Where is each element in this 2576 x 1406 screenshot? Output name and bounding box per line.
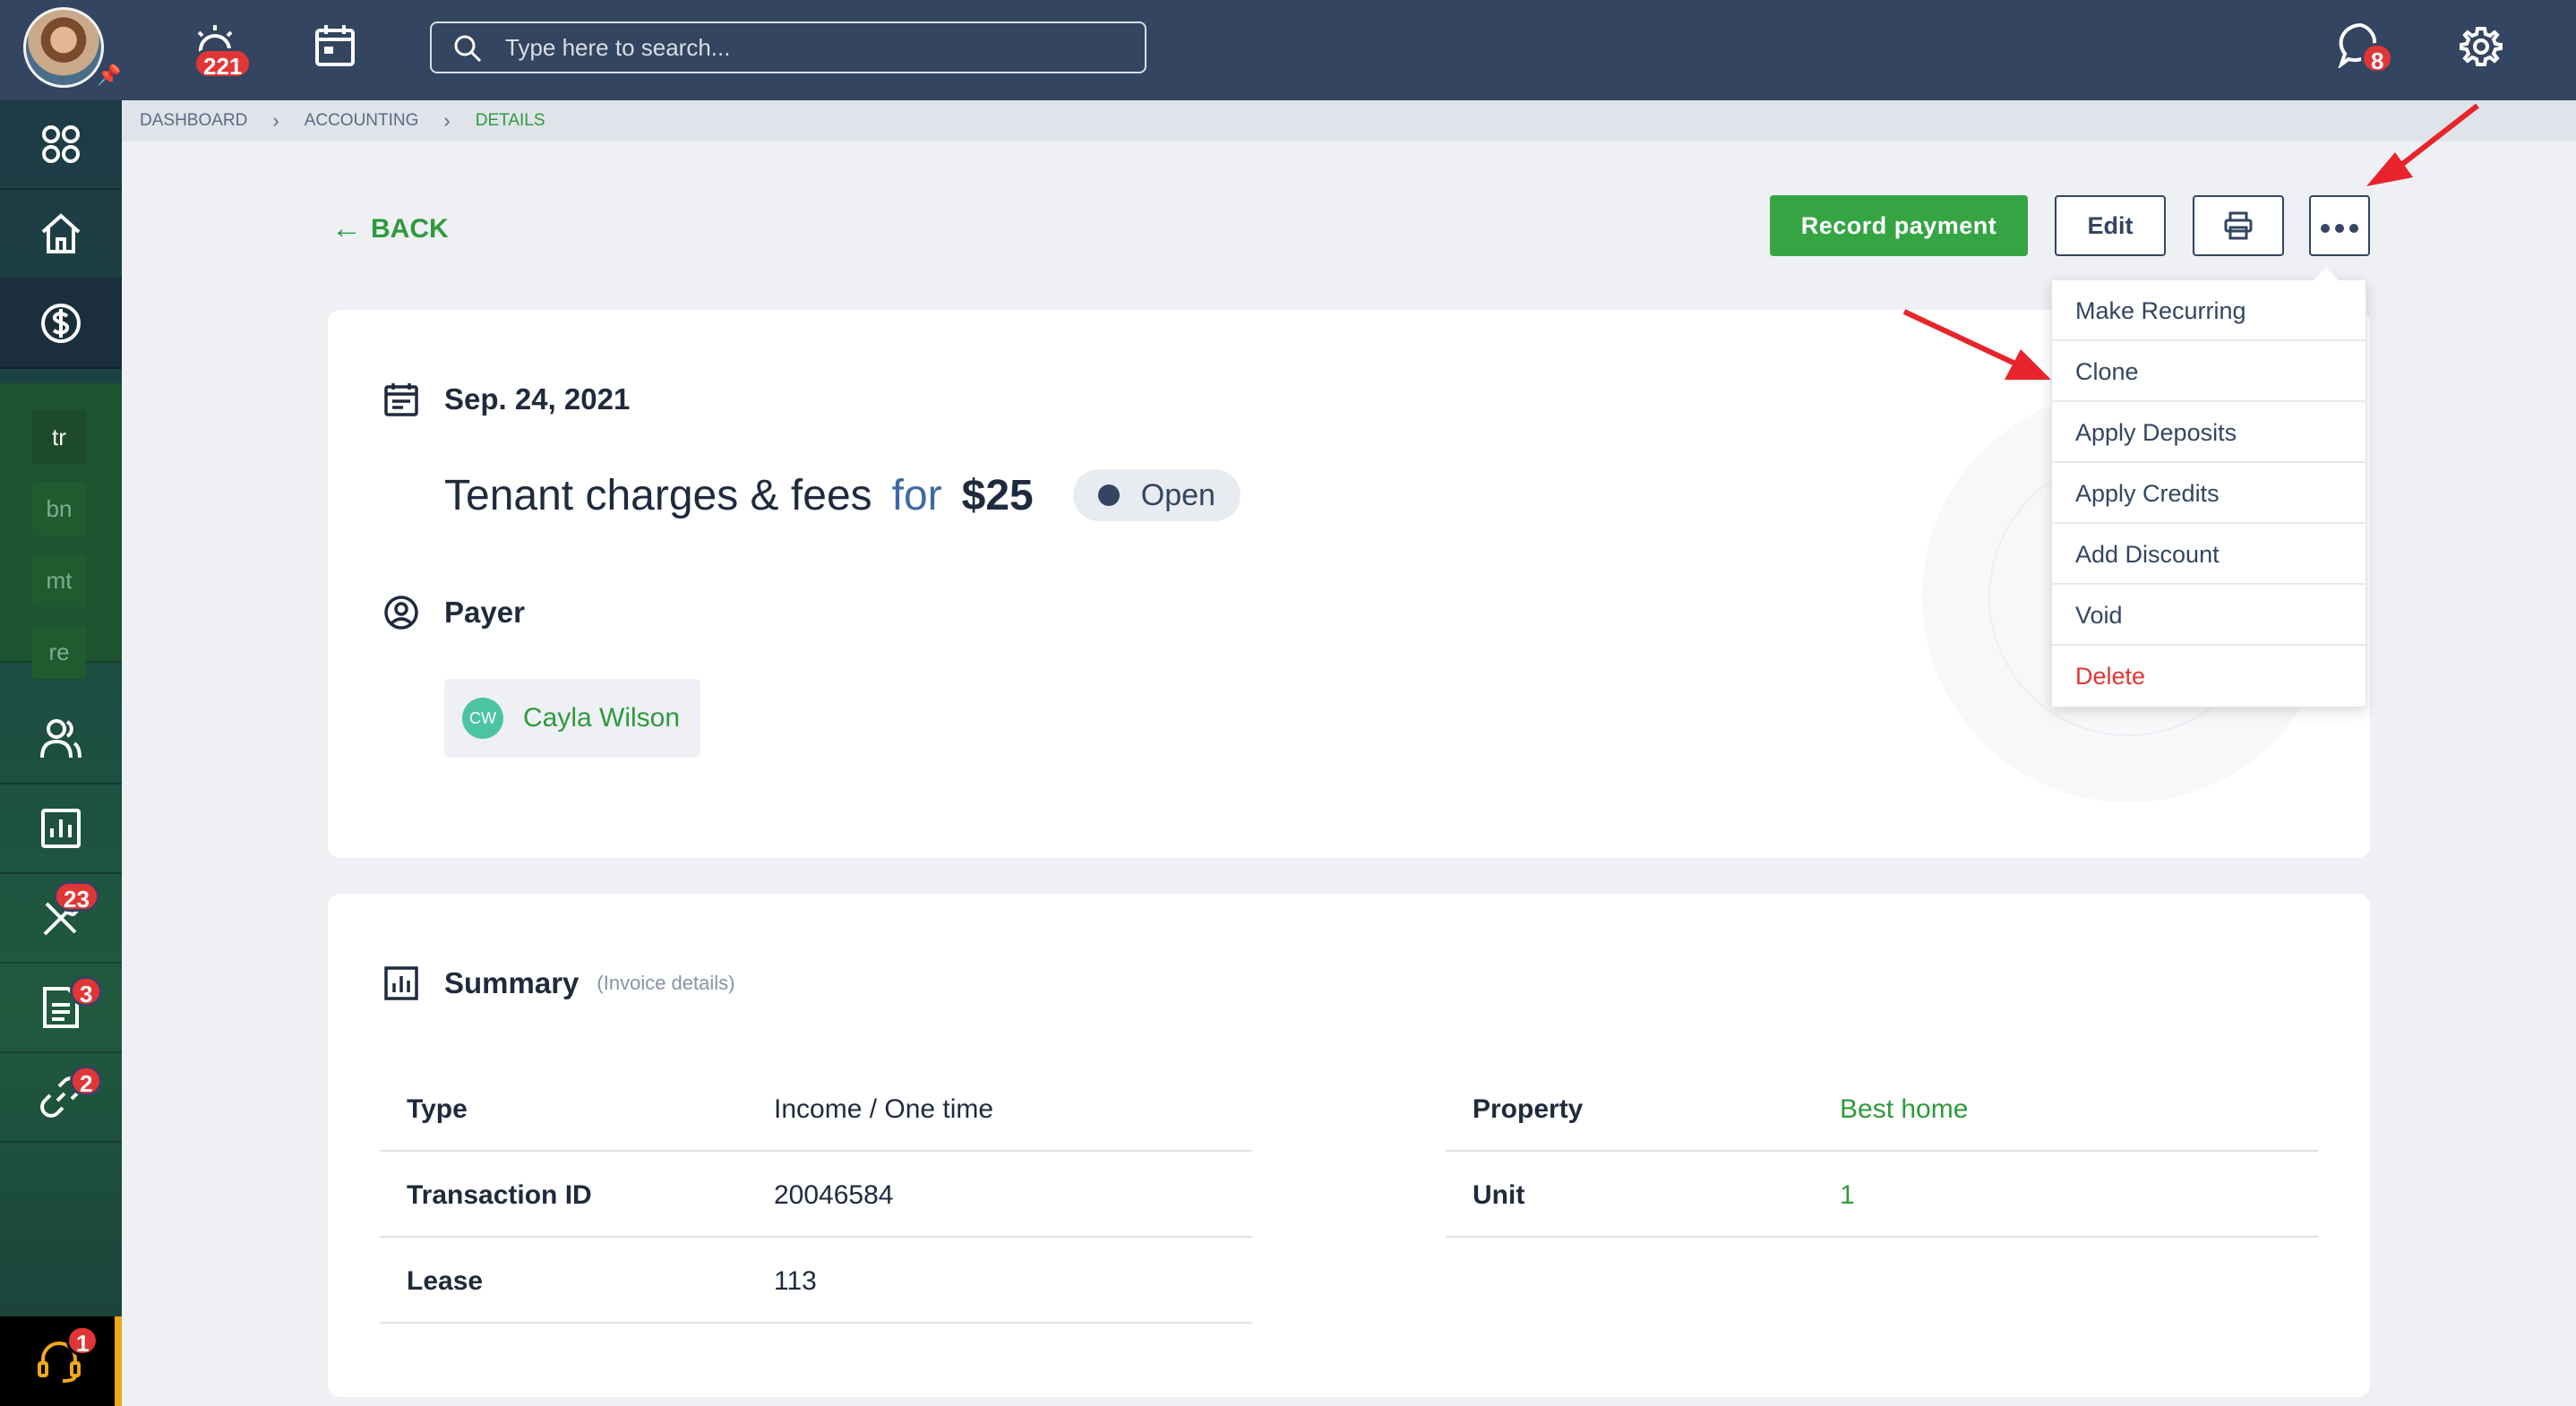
menu-item-apply-deposits[interactable]: Apply Deposits — [2052, 402, 2366, 463]
summary-row-unit: Unit 1 — [1446, 1152, 2318, 1238]
bar-chart-icon — [384, 966, 418, 1000]
calendar-icon — [384, 383, 418, 416]
sidebar-item-apps[interactable] — [0, 100, 122, 190]
support-badge: 1 — [66, 1325, 99, 1357]
payer-name: Cayla Wilson — [523, 703, 681, 733]
gear-icon — [2460, 27, 2503, 66]
status-dot-icon — [1097, 484, 1120, 506]
sidebar-item-links[interactable]: 2 — [0, 1053, 122, 1143]
summary-subheading: (Invoice details) — [597, 972, 735, 994]
edit-button[interactable]: Edit — [2055, 195, 2166, 256]
chevron-right-icon: › — [443, 109, 451, 132]
user-circle-icon — [384, 596, 418, 630]
documents-badge: 3 — [70, 976, 103, 1007]
shortcut-re[interactable]: re — [32, 625, 86, 679]
more-options-button[interactable] — [2309, 195, 2370, 256]
messages-badge: 8 — [2361, 43, 2394, 74]
menu-item-delete[interactable]: Delete — [2052, 646, 2366, 707]
arrow-left-icon: ← — [331, 211, 362, 245]
transaction-amount: $25 — [961, 471, 1034, 519]
field-label: Property — [1473, 1094, 1584, 1124]
record-payment-button[interactable]: Record payment — [1770, 195, 2028, 256]
calendar-button[interactable] — [313, 23, 356, 73]
dollar-circle-icon — [41, 304, 81, 343]
transaction-title: Tenant charges & fees for $25 Open — [444, 469, 1241, 521]
calendar-icon — [315, 25, 355, 66]
links-badge: 2 — [70, 1066, 103, 1097]
annotation-arrow-icon — [2366, 103, 2479, 186]
sidebar-shortcuts: tr bn mt re — [0, 383, 122, 679]
breadcrumb-accounting[interactable]: ACCOUNTING — [305, 111, 419, 131]
messages-button[interactable]: 8 — [2338, 21, 2400, 84]
settings-button[interactable] — [2460, 25, 2503, 73]
payer-heading-row: Payer — [383, 595, 525, 630]
sidebar-item-people[interactable] — [0, 695, 122, 784]
summary-row-type: Type Income / One time — [380, 1066, 1252, 1152]
sidebar-item-accounting[interactable] — [0, 279, 122, 369]
apps-grid-icon — [42, 125, 80, 163]
payer-chip[interactable]: CW Cayla Wilson — [444, 679, 700, 758]
field-label: Unit — [1473, 1180, 1525, 1210]
transaction-type: Tenant charges & fees — [444, 471, 872, 519]
alerts-badge: 221 — [193, 48, 253, 80]
print-button[interactable] — [2193, 195, 2284, 256]
summary-row-transaction-id: Transaction ID 20046584 — [380, 1152, 1252, 1238]
summary-row-property: Property Best home — [1446, 1066, 2318, 1152]
field-value: Income / One time — [774, 1094, 994, 1124]
chevron-right-icon: › — [272, 109, 279, 132]
transaction-date: Sep. 24, 2021 — [444, 382, 631, 416]
field-label: Type — [407, 1094, 468, 1124]
menu-item-make-recurring[interactable]: Make Recurring — [2052, 280, 2366, 341]
property-link[interactable]: Best home — [1840, 1094, 1968, 1125]
payer-heading: Payer — [444, 596, 525, 629]
sidebar-item-support[interactable]: 1 — [0, 1316, 122, 1406]
menu-item-clone[interactable]: Clone — [2052, 341, 2366, 402]
field-value: 113 — [774, 1266, 817, 1296]
maintenance-badge: 23 — [54, 881, 99, 913]
search-input[interactable] — [505, 23, 1132, 72]
people-icon — [40, 719, 82, 759]
search-box[interactable] — [430, 21, 1146, 73]
sidebar-item-documents[interactable]: 3 — [0, 964, 122, 1053]
pin-icon: 📌 — [97, 64, 122, 86]
alerts-button[interactable]: 221 — [192, 23, 253, 80]
breadcrumb: DASHBOARD › ACCOUNTING › DETAILS — [122, 100, 2576, 141]
sidebar-item-reports[interactable] — [0, 784, 122, 874]
field-label: Transaction ID — [407, 1180, 592, 1210]
home-icon — [41, 213, 81, 253]
payer-avatar: CW — [462, 698, 503, 739]
status-badge: Open — [1072, 469, 1241, 521]
menu-item-apply-credits[interactable]: Apply Credits — [2052, 463, 2366, 524]
menu-item-void[interactable]: Void — [2052, 585, 2366, 646]
menu-item-add-discount[interactable]: Add Discount — [2052, 524, 2366, 585]
breadcrumb-dashboard[interactable]: DASHBOARD — [140, 111, 247, 131]
shortcut-tr[interactable]: tr — [32, 410, 86, 464]
status-label: Open — [1140, 477, 1215, 512]
bar-chart-icon — [41, 809, 81, 848]
summary-card: Summary (Invoice details) Type Income / … — [328, 894, 2370, 1397]
summary-heading: Summary — [444, 966, 580, 999]
more-dots-icon — [2321, 224, 2358, 233]
field-value: 20046584 — [774, 1180, 894, 1210]
shortcut-bn[interactable]: bn — [32, 482, 86, 536]
printer-icon — [2224, 211, 2253, 240]
unit-link[interactable]: 1 — [1840, 1180, 1855, 1211]
for-label: for — [891, 471, 942, 519]
sidebar-item-maintenance[interactable]: 23 — [0, 874, 122, 964]
sidebar-item-home[interactable] — [0, 190, 122, 279]
top-bar: 📌 221 8 — [0, 0, 2576, 100]
field-label: Lease — [407, 1266, 484, 1296]
back-button[interactable]: ← BACK — [331, 211, 449, 246]
more-options-menu: Make Recurring Clone Apply Deposits Appl… — [2051, 268, 2366, 707]
summary-heading-row: Summary (Invoice details) — [383, 965, 734, 1001]
shortcut-mt[interactable]: mt — [32, 553, 86, 607]
summary-row-lease: Lease 113 — [380, 1238, 1252, 1324]
breadcrumb-details: DETAILS — [475, 111, 545, 130]
back-label: BACK — [371, 213, 449, 244]
search-icon — [454, 35, 482, 63]
annotation-arrow-icon — [1902, 309, 2051, 380]
user-avatar[interactable] — [23, 7, 104, 88]
sidebar: tr bn mt re 23 3 2 1 — [0, 100, 122, 1406]
date-row: Sep. 24, 2021 — [383, 382, 630, 417]
